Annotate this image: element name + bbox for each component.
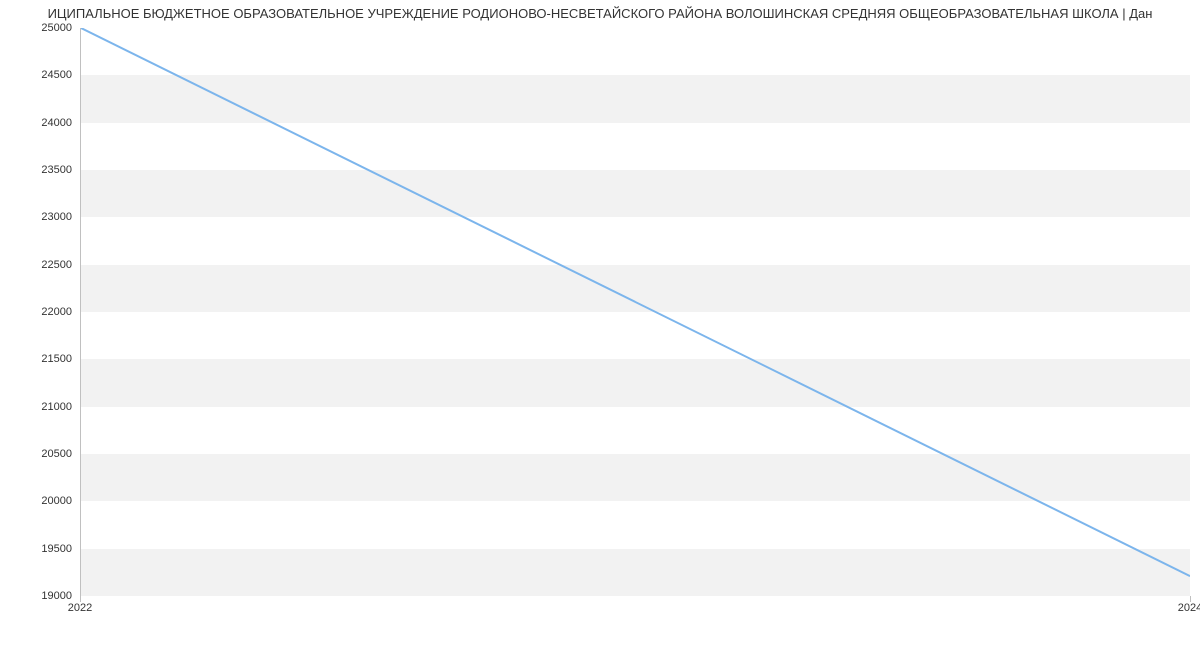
y-axis-tick-label: 19000: [12, 590, 72, 602]
chart-container: 19000 19500 20000 20500 21000 21500 22000 22500…: [0, 28, 1200, 638]
chart-title: ИЦИПАЛЬНОЕ БЮДЖЕТНОЕ ОБРАЗОВАТЕЛЬНОЕ УЧР…: [48, 6, 1153, 21]
y-axis-tick-label: 24000: [12, 117, 72, 129]
y-axis-tick-label: 24500: [12, 69, 72, 81]
plot-area: [80, 28, 1190, 596]
grid-band: [81, 170, 1190, 217]
grid-band: [81, 75, 1190, 122]
y-axis-tick-label: 20000: [12, 495, 72, 507]
y-axis-tick-label: 20500: [12, 448, 72, 460]
y-axis-tick-label: 22000: [12, 306, 72, 318]
y-axis-tick-label: 23000: [12, 211, 72, 223]
x-axis-tick-label: 2024: [1178, 602, 1200, 614]
y-axis-tick-label: 19500: [12, 543, 72, 555]
grid-band: [81, 359, 1190, 406]
grid-band: [81, 454, 1190, 501]
y-axis-tick-label: 21000: [12, 401, 72, 413]
grid-band: [81, 549, 1190, 596]
y-axis-tick-label: 22500: [12, 259, 72, 271]
y-axis-tick-label: 25000: [12, 22, 72, 34]
x-axis-tick-label: 2022: [68, 602, 92, 614]
y-axis-tick-label: 23500: [12, 164, 72, 176]
y-axis-tick-label: 21500: [12, 353, 72, 365]
grid-band: [81, 265, 1190, 312]
